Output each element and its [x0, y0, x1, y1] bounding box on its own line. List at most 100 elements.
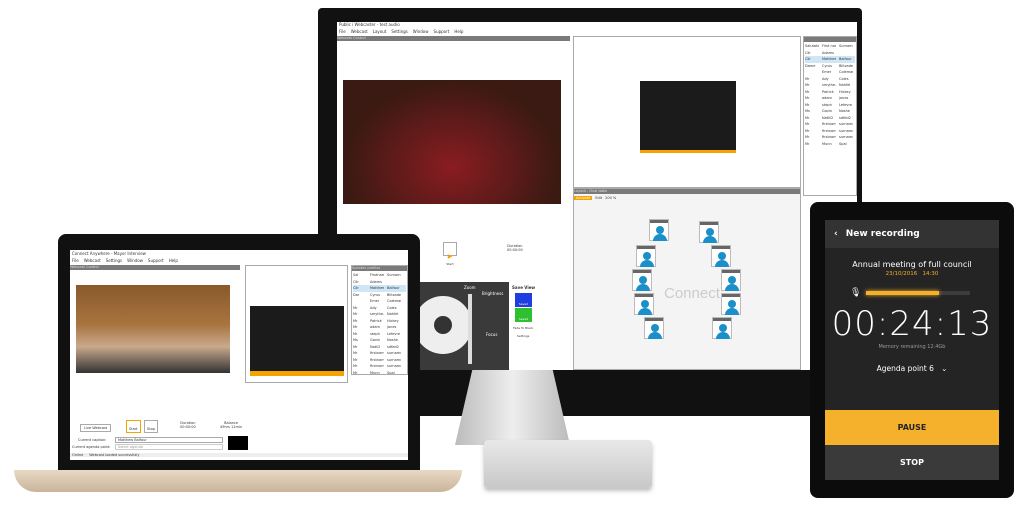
- menu-item[interactable]: Settings: [106, 258, 122, 263]
- menu-item[interactable]: File: [339, 28, 346, 35]
- menu-item[interactable]: Layout: [373, 28, 387, 35]
- tablet-screen: ‹ New recording Annual meeting of full co…: [825, 220, 999, 480]
- menu-item[interactable]: Window: [413, 28, 429, 35]
- edit-button[interactable]: Edit: [595, 196, 602, 200]
- speaker-cell: Coles: [839, 76, 849, 81]
- seat-tile[interactable]: [712, 317, 732, 339]
- menu-item[interactable]: Webcast: [84, 258, 101, 263]
- speaker-cell: Mr: [353, 305, 358, 310]
- start-button[interactable]: Start: [126, 420, 141, 433]
- video-preview: [76, 285, 230, 373]
- saved-view-1[interactable]: Saved: [515, 293, 532, 307]
- speaker-cell: Mr: [353, 357, 358, 362]
- speaker-cell: Munn: [370, 370, 380, 375]
- menu-item[interactable]: File: [72, 258, 79, 263]
- speaker-cell: firstname: [822, 128, 836, 133]
- speaker-row[interactable]: Mr Munn Spal: [353, 370, 406, 375]
- menu-item[interactable]: Support: [148, 258, 164, 263]
- speaker-cell: Mr: [353, 370, 358, 375]
- speaker-cell: Mr: [353, 364, 358, 369]
- header-title: New recording: [845, 229, 920, 239]
- menu-item[interactable]: Support: [434, 28, 450, 35]
- speaker-cell: Ady: [822, 76, 829, 81]
- speaker-cell: firstname: [370, 357, 384, 362]
- speaker-cell: Mr: [805, 128, 810, 133]
- column-header[interactable]: Firstname: [370, 273, 384, 277]
- start-button[interactable]: ▶ Start: [443, 242, 457, 266]
- speaker-cell: Mr: [353, 318, 358, 323]
- speaker-cell: Blitzadel: [839, 63, 853, 68]
- pause-button[interactable]: PAUSE: [825, 410, 999, 445]
- column-header[interactable]: Surname: [839, 44, 853, 48]
- zoom-select[interactable]: 200 %: [605, 196, 616, 200]
- speaker-cell: Balfour: [387, 286, 400, 291]
- seat-tile[interactable]: [634, 293, 654, 315]
- stop-button[interactable]: Stop: [144, 420, 158, 433]
- speaker-cell: Ms: [805, 109, 810, 114]
- seat-tile[interactable]: [632, 269, 652, 291]
- back-icon[interactable]: ‹: [834, 229, 838, 239]
- speaker-cell: Cllr: [805, 57, 811, 62]
- column-header[interactable]: Sal: [353, 273, 367, 277]
- speaker-cell: Dame: [805, 63, 816, 68]
- ptz-dial[interactable]: [414, 296, 472, 354]
- seat-tile[interactable]: [699, 221, 719, 243]
- speaker-cell: Cllr: [353, 279, 359, 284]
- seat-tile[interactable]: [721, 269, 741, 291]
- speaker-cell: firstname: [370, 364, 384, 369]
- seat-tile[interactable]: [711, 245, 731, 267]
- app-header: ‹ New recording: [825, 220, 999, 248]
- seat-tile[interactable]: [644, 317, 664, 339]
- seat-tile[interactable]: [721, 293, 741, 315]
- agenda-select[interactable]: Agenda point 6 ⌄: [825, 364, 999, 373]
- stop-button[interactable]: STOP: [825, 445, 999, 480]
- recording-timer: 00:24:13: [831, 304, 993, 344]
- speaker-cell: firstname: [822, 135, 836, 140]
- duration-value: 00:00:00: [507, 248, 523, 252]
- meeting-time: 14:30: [922, 271, 939, 277]
- memory-remaining: Memory remaining 12.4Gb: [878, 344, 946, 350]
- speaker-cell: surname: [839, 122, 853, 127]
- caption-input[interactable]: Matthew Balfour: [115, 437, 223, 443]
- speaker-cell: Patrick: [822, 89, 834, 94]
- speaker-row[interactable]: Mr Munn Spal: [805, 141, 855, 148]
- speaker-cell: Coleman: [387, 299, 401, 304]
- speaker-cell: smythe-s: [370, 312, 384, 317]
- menu-item[interactable]: Help: [454, 28, 463, 35]
- laptop-base: [14, 470, 462, 492]
- fade-to-black[interactable]: Fade To Black: [513, 326, 566, 330]
- speaker-cell: Ady: [370, 305, 377, 310]
- live-webcast-dropdown[interactable]: Live Webcast: [80, 424, 112, 432]
- seat-tile[interactable]: [649, 219, 669, 241]
- speaker-cell: Spal: [387, 370, 395, 375]
- speaker-cell: surname: [839, 128, 853, 133]
- speaker-cell: Mr: [353, 331, 358, 336]
- window-title: Connect Anywhere - Mayor Interview: [72, 251, 146, 256]
- column-header[interactable]: Salutation: [805, 44, 819, 48]
- agenda-select[interactable]: Select agenda: [115, 444, 223, 450]
- speaker-cell: sdfdd2: [387, 344, 399, 349]
- speaker-cell: Mr: [805, 141, 810, 146]
- menu-item[interactable]: Webcast: [351, 28, 368, 35]
- speaker-cell: Balfour: [839, 57, 852, 62]
- activate-button[interactable]: Activate: [574, 195, 593, 200]
- speaker-cell: Mr: [805, 83, 810, 88]
- seat-tile[interactable]: [636, 245, 656, 267]
- monitor-stand: [455, 370, 570, 445]
- speaker-cell: firstname: [822, 122, 836, 127]
- column-header[interactable]: First name: [822, 44, 836, 48]
- speaker-cell: Cllr: [353, 286, 359, 291]
- speaker-cell: Adams: [822, 50, 834, 55]
- menu-item[interactable]: Window: [127, 258, 143, 263]
- speaker-cell: Mr: [805, 122, 810, 127]
- speaker-cell: Mr: [805, 76, 810, 81]
- laptop-screen: Connect Anywhere - Mayor Interview File W…: [70, 250, 408, 460]
- settings-button[interactable]: Settings: [517, 334, 562, 338]
- speaker-cell: steph: [822, 102, 832, 107]
- zoom-slider[interactable]: [468, 294, 472, 364]
- menu-item[interactable]: Help: [169, 258, 178, 263]
- saved-view-2[interactable]: Saved: [515, 308, 532, 322]
- zoom-label: Zoom: [464, 285, 476, 290]
- column-header[interactable]: Surname: [387, 273, 401, 277]
- menu-item[interactable]: Settings: [391, 28, 407, 35]
